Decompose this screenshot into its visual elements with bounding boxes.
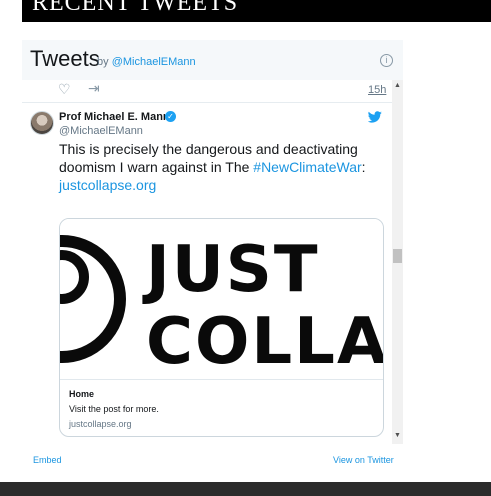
scroll-down-arrow-icon[interactable]: ▼ bbox=[394, 432, 401, 439]
scrollbar-thumb[interactable] bbox=[393, 249, 402, 263]
svg-text:COLLAPSE: COLLAPSE bbox=[146, 305, 383, 379]
tweet-text-punct: : bbox=[361, 159, 366, 175]
tweet-text: This is precisely the dangerous and deac… bbox=[59, 140, 379, 194]
share-icon[interactable]: ⇥ bbox=[88, 80, 100, 97]
byline-handle-link[interactable]: @MichaelEMann bbox=[112, 56, 196, 68]
twitter-bird-icon[interactable] bbox=[367, 110, 382, 126]
twitter-bird-svg bbox=[367, 111, 382, 123]
url-link[interactable]: justcollapse.org bbox=[59, 177, 156, 193]
heart-icon[interactable]: ♡ bbox=[58, 81, 71, 98]
view-on-twitter-link[interactable]: View on Twitter bbox=[333, 455, 394, 465]
embed-link[interactable]: Embed bbox=[33, 455, 62, 465]
card-image[interactable]: JUST COLLAPSE bbox=[60, 219, 383, 380]
widget-byline: by @MichaelEMann bbox=[97, 56, 196, 68]
info-icon[interactable]: i bbox=[380, 54, 393, 67]
tweet-timestamp[interactable]: 15h bbox=[368, 84, 386, 96]
card-description: Visit the post for more. bbox=[69, 404, 159, 414]
previous-tweet-actions: ♡ ⇥ 15h bbox=[22, 80, 392, 103]
svg-text:JUST: JUST bbox=[142, 233, 320, 307]
scroll-up-arrow-icon[interactable]: ▲ bbox=[394, 82, 401, 89]
section-banner: RECENT TWEETS bbox=[22, 0, 491, 22]
tweet-timeline[interactable]: ♡ ⇥ 15h Prof Michael E. Mann ✓ @MichaelE… bbox=[22, 80, 392, 444]
widget-title: Tweets bbox=[30, 46, 100, 71]
tweet[interactable]: Prof Michael E. Mann ✓ @MichaelEMann Thi… bbox=[22, 103, 392, 444]
hashtag-link[interactable]: #NewClimateWar bbox=[253, 159, 361, 175]
section-heading: RECENT TWEETS bbox=[32, 0, 239, 16]
byline-prefix: by bbox=[97, 56, 109, 68]
twitter-widget: Tweets by @MichaelEMann i ♡ ⇥ 15h Prof M… bbox=[22, 40, 403, 444]
verified-badge-icon: ✓ bbox=[165, 111, 176, 122]
avatar[interactable] bbox=[30, 111, 54, 135]
card-title: Home bbox=[69, 389, 95, 399]
link-card[interactable]: JUST COLLAPSE Home Visit the post for mo… bbox=[59, 218, 384, 437]
timeline-scrollbar[interactable]: ▲ ▼ bbox=[392, 80, 403, 444]
widget-header: Tweets by @MichaelEMann i bbox=[22, 40, 403, 80]
author-name[interactable]: Prof Michael E. Mann bbox=[59, 111, 170, 123]
author-handle[interactable]: @MichaelEMann bbox=[59, 125, 143, 137]
page-footer-bar bbox=[0, 482, 491, 496]
card-domain: justcollapse.org bbox=[69, 419, 132, 429]
just-collapse-logo: JUST COLLAPSE bbox=[60, 233, 383, 379]
